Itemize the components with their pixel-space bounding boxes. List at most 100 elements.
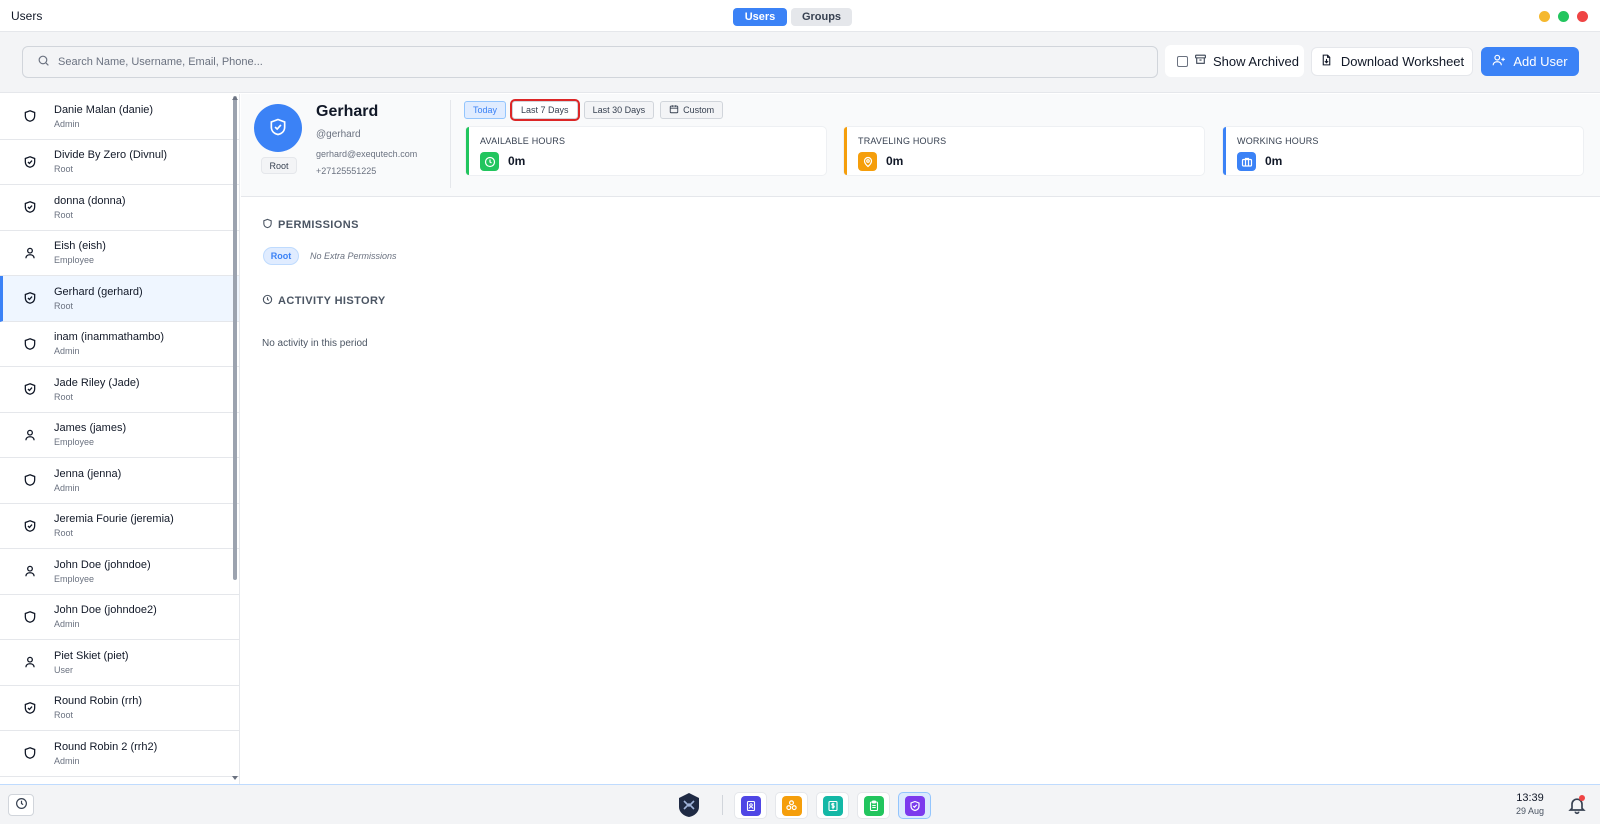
profile-phone: +27125551225 (316, 166, 377, 176)
clipboard-app-icon[interactable] (857, 792, 890, 819)
range-custom[interactable]: Custom (660, 101, 724, 119)
user-list-item[interactable]: Gerhard (gerhard) Root (0, 276, 239, 322)
clock-date: 29 Aug (1515, 806, 1545, 816)
shield-check-icon (18, 377, 42, 401)
download-worksheet-button[interactable]: Download Worksheet (1311, 47, 1473, 76)
user-list-item[interactable]: Divide By Zero (Divnul) Root (0, 140, 239, 185)
working-hours-card: WORKING HOURS 0m (1222, 126, 1584, 176)
user-role: Admin (54, 118, 80, 129)
shield-check-icon (268, 117, 288, 140)
user-role: Admin (54, 482, 80, 493)
user-list-item[interactable]: Danie Malan (danie) Admin (0, 94, 239, 140)
user-icon (18, 650, 42, 674)
briefcase-icon (1237, 152, 1256, 171)
user-role: User (54, 664, 74, 675)
user-list-item[interactable]: Piet Skiet (piet) User (0, 640, 239, 686)
toolbar: Show Archived Download Worksheet Add Use… (0, 32, 1600, 93)
header-divider (450, 100, 451, 188)
user-list-item[interactable]: Jenna (jenna) Admin (0, 458, 239, 504)
user-icon (18, 423, 42, 447)
user-list-item[interactable]: Jade Riley (Jade) Root (0, 367, 239, 413)
user-name: Gerhard (gerhard) (54, 285, 143, 298)
range-custom-label: Custom (683, 105, 715, 115)
show-archived-toggle[interactable]: Show Archived (1165, 45, 1304, 77)
user-name: donna (donna) (54, 194, 126, 207)
tab-groups[interactable]: Groups (791, 8, 852, 26)
user-name: Piet Skiet (piet) (54, 649, 129, 662)
groups-app-icon[interactable] (775, 792, 808, 819)
user-list-item[interactable]: John Doe (johndoe2) Admin (0, 595, 239, 640)
users-security-app-icon[interactable] (898, 792, 931, 819)
available-hours-label: AVAILABLE HOURS (480, 136, 566, 146)
clock-icon (480, 152, 499, 171)
user-icon (18, 559, 42, 583)
user-list-item[interactable]: John Doe (johndoe) Employee (0, 549, 239, 595)
user-list-item[interactable]: donna (donna) Root (0, 185, 239, 231)
user-name: Eish (eish) (54, 240, 106, 253)
user-role: Root (54, 300, 74, 311)
user-role: Employee (54, 255, 95, 266)
avatar (254, 104, 302, 152)
user-list-item[interactable]: Eish (eish) Employee (0, 231, 239, 276)
tab-users[interactable]: Users (733, 8, 787, 26)
user-role: Admin (54, 755, 80, 766)
billing-app-icon[interactable] (816, 792, 849, 819)
profile-header: Root Gerhard @gerhard gerhard@exequtech.… (241, 94, 1600, 197)
user-list-item[interactable]: inam (inammathambo) Admin (0, 322, 239, 367)
brand-logo-icon[interactable] (676, 792, 702, 818)
scroll-down-arrow[interactable] (232, 775, 238, 781)
contacts-app-icon[interactable] (734, 792, 767, 819)
user-role: Admin (54, 346, 80, 357)
profile-role-chip: Root (261, 157, 297, 174)
user-list-item[interactable]: James (james) Employee (0, 413, 239, 458)
clock-icon (15, 797, 28, 813)
user-role: Employee (54, 573, 95, 584)
taskbar: 13:39 29 Aug (0, 784, 1600, 824)
add-user-button[interactable]: Add User (1481, 47, 1579, 76)
show-archived-checkbox[interactable] (1177, 55, 1188, 67)
archive-icon (1194, 53, 1207, 69)
shield-icon (18, 332, 42, 356)
maximize-button[interactable] (1558, 11, 1569, 22)
user-list-item[interactable]: Jeremia Fourie (jeremia) Root (0, 504, 239, 549)
file-download-icon (1320, 53, 1333, 70)
working-hours-value: 0m (1265, 154, 1283, 168)
window-controls (1539, 11, 1588, 22)
user-list-item[interactable]: Round Robin 2 (rrh2) Admin (0, 731, 239, 777)
minimize-button[interactable] (1539, 11, 1550, 22)
user-list-item[interactable]: Round Robin (rrh) Root (0, 686, 239, 731)
activity-heading: ACTIVITY HISTORY (262, 294, 386, 308)
range-today[interactable]: Today (464, 101, 507, 119)
permissions-title: PERMISSIONS (278, 219, 359, 231)
shield-icon (18, 104, 42, 128)
notification-badge (1579, 795, 1585, 801)
shield-icon (18, 468, 42, 492)
user-role: Admin (54, 619, 80, 630)
user-name: Round Robin 2 (rrh2) (54, 740, 158, 753)
history-button[interactable] (8, 794, 34, 816)
search-input[interactable] (58, 56, 1058, 68)
user-role: Root (54, 528, 74, 539)
shield-check-icon (18, 514, 42, 538)
show-archived-label: Show Archived (1213, 53, 1299, 69)
no-extra-permissions: No Extra Permissions (310, 251, 397, 261)
permission-root-chip: Root (263, 247, 299, 265)
profile-email: gerhard@exequtech.com (316, 149, 418, 159)
scroll-up-arrow[interactable] (232, 95, 238, 101)
download-worksheet-label: Download Worksheet (1340, 54, 1465, 69)
traveling-hours-card: TRAVELING HOURS 0m (843, 126, 1205, 176)
user-name: inam (inammathambo) (54, 331, 165, 344)
user-list: Danie Malan (danie) Admin Divide By Zero (… (0, 94, 240, 784)
user-list-scrollbar[interactable] (233, 96, 237, 580)
shield-check-icon (18, 195, 42, 219)
user-role: Root (54, 209, 74, 220)
close-button[interactable] (1577, 11, 1588, 22)
user-name: Round Robin (rrh) (54, 695, 143, 708)
permissions-heading: PERMISSIONS (262, 218, 359, 232)
user-name: Divide By Zero (Divnul) (54, 149, 168, 162)
search-box[interactable] (22, 46, 1158, 78)
add-user-label: Add User (1513, 54, 1568, 69)
range-last-7-days[interactable]: Last 7 Days (510, 99, 580, 121)
range-last-30-days[interactable]: Last 30 Days (583, 101, 655, 119)
clock-time: 13:39 (1516, 792, 1544, 804)
